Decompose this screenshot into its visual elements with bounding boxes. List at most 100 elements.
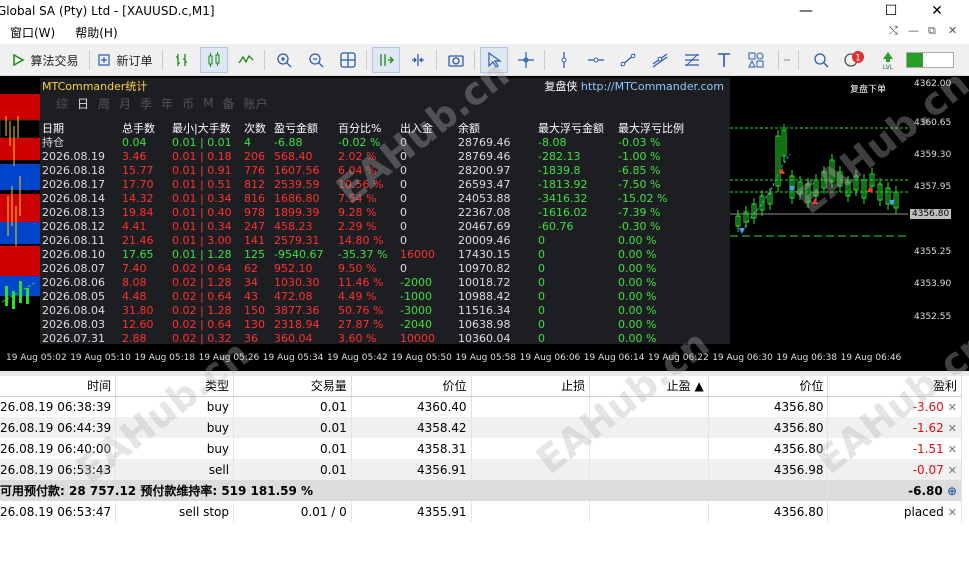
stats-tab[interactable]: 综 (56, 95, 68, 112)
notification-icon[interactable]: 1 (840, 47, 868, 73)
positions-column-header[interactable]: 类型 (115, 376, 235, 397)
channel-icon[interactable] (646, 47, 674, 73)
menu-window[interactable]: 窗口(W) (0, 24, 65, 41)
crosshair-icon[interactable] (512, 47, 540, 73)
stats-column-header: 余额 (458, 122, 480, 135)
stats-column-header: 最小|大手数 (172, 122, 231, 135)
positions-column-header[interactable]: 交易量 (233, 376, 352, 397)
chart-shift-icon[interactable] (404, 47, 432, 73)
stats-tab[interactable]: 日 (77, 95, 89, 112)
positions-column-header[interactable]: 盈利 (827, 376, 962, 397)
stats-cell: 19.84 (122, 206, 154, 219)
zoom-out-icon[interactable] (302, 47, 330, 73)
menu-help[interactable]: 帮助(H) (65, 24, 127, 41)
stats-column-header: 百分比% (338, 122, 382, 135)
stats-tab[interactable]: 周 (98, 95, 110, 112)
window-title: Global SA (Pty) Ltd - [XAUUSD.c,M1] (0, 4, 215, 18)
auto-scroll-icon[interactable] (372, 47, 400, 73)
toolbar-overflow-icon[interactable] (781, 47, 793, 73)
positions-column-header[interactable]: 价位 (708, 376, 829, 397)
total-profit: -6.80 (908, 483, 943, 498)
close-position-icon[interactable]: ✕ (944, 443, 957, 456)
stats-tab[interactable]: 币 (182, 95, 194, 112)
quick-order-label[interactable]: 复盘下单 (850, 82, 886, 95)
positions-column-header[interactable]: 止盈 ▲ (589, 376, 709, 397)
stats-cell: 10970.82 (458, 262, 511, 275)
cursor-icon[interactable] (480, 47, 508, 73)
child-restore-button[interactable]: ⧉ (928, 24, 936, 38)
horizontal-line-icon[interactable] (582, 47, 610, 73)
algo-trading-label: 算法交易 (30, 53, 79, 68)
positions-column-header[interactable]: 止损 (471, 376, 591, 397)
time-axis: 19 Aug 05:02 19 Aug 05:10 19 Aug 05:18 19 A… (0, 348, 969, 371)
minimize-button[interactable]: — (783, 0, 829, 22)
text-icon[interactable] (710, 47, 738, 73)
stats-tab[interactable]: 季 (140, 95, 152, 112)
stats-cell: 2.29 % (338, 220, 377, 233)
close-button[interactable]: ✕ (914, 0, 960, 22)
stats-cell: 0 (400, 262, 407, 275)
stats-tab[interactable]: 月 (119, 95, 131, 112)
stats-header: MTCommander统计 复盘侠 http://MTCommander.com (40, 78, 730, 94)
vertical-line-icon[interactable] (550, 47, 578, 73)
child-minimize-button[interactable]: — (908, 24, 919, 37)
positions-column-header[interactable]: 时间 (0, 376, 117, 397)
stats-tab[interactable]: M (203, 96, 213, 110)
bar-chart-icon[interactable] (168, 47, 196, 73)
stats-cell: 206 (244, 150, 265, 163)
plus-icon[interactable]: ⊕ (943, 484, 957, 498)
position-row[interactable]: 26.08.19 06:38:39 buy 0.01 4360.40 4356.80 -3… (0, 396, 962, 417)
chart-window[interactable]: MTCommander统计 复盘侠 http://MTCommander.com… (0, 76, 969, 371)
position-row[interactable]: 26.08.19 06:40:00 buy 0.01 4358.31 4356.80 -1… (0, 438, 962, 459)
stats-cell: 1686.80 (274, 192, 320, 205)
position-row[interactable]: 26.08.19 06:53:43 sell 0.01 4356.91 4356.98-… (0, 459, 962, 480)
search-icon[interactable] (808, 47, 834, 73)
candlestick-icon[interactable] (200, 47, 228, 73)
maximize-button[interactable]: ☐ (868, 0, 914, 22)
profit-value: -1.51 (912, 441, 944, 456)
stats-tab[interactable]: 备 (222, 95, 234, 112)
tile-windows-icon[interactable] (334, 47, 362, 73)
stats-link[interactable]: 复盘侠 http://MTCommander.com (544, 78, 724, 94)
screenshot-icon[interactable] (442, 47, 470, 73)
algo-trading-button[interactable]: 算法交易 (4, 47, 86, 73)
stats-cell: 2026.08.07 (42, 262, 105, 275)
line-chart-icon[interactable] (232, 47, 260, 73)
stats-cell: 28769.46 (458, 150, 511, 163)
position-row[interactable]: 26.08.19 06:44:39 buy 0.01 4358.42 4356.80 -1… (0, 417, 962, 438)
new-order-button[interactable]: 新订单 (92, 47, 158, 73)
shapes-icon[interactable] (742, 47, 770, 73)
pending-order-row[interactable]: 26.08.19 06:53:47 sell stop 0.01 / 0 4355.9… (0, 501, 962, 522)
order-status: placed (903, 504, 944, 519)
price-chart[interactable] (730, 76, 908, 346)
close-position-icon[interactable]: ✕ (944, 506, 957, 519)
child-close-button[interactable]: ✕ (948, 24, 957, 37)
stats-cell: 0.01 | 0.34 (172, 220, 232, 233)
positions-cell: -0.07 ✕ (827, 459, 962, 480)
restore-icon[interactable]: ⤭ (889, 24, 898, 38)
positions-cell (471, 501, 591, 522)
level-icon[interactable]: LVL (874, 47, 902, 73)
stats-title: MTCommander统计 (42, 80, 148, 93)
close-position-icon[interactable]: ✕ (944, 464, 957, 477)
close-position-icon[interactable]: ✕ (944, 401, 957, 414)
stats-cell: 0.00 % (618, 248, 657, 261)
summary-row[interactable]: 可用预付款: 28 757.12 预付款维持率: 519 181.59 % -6.… (0, 480, 962, 501)
trendline-icon[interactable] (614, 47, 642, 73)
positions-cell (589, 396, 709, 417)
stats-cell: 0.01 | 0.18 (172, 150, 232, 163)
stats-cell: 2026.07.31 (42, 332, 105, 345)
fibonacci-icon[interactable] (678, 47, 706, 73)
zoom-in-icon[interactable] (270, 47, 298, 73)
price-label: 4357.95 (914, 182, 952, 192)
close-position-icon[interactable]: ✕ (944, 422, 957, 435)
stats-cell: 0.01 | 0.40 (172, 206, 232, 219)
stats-cell: 4.48 (122, 290, 147, 303)
stats-tab[interactable]: 账户 (243, 95, 267, 112)
stats-tab[interactable]: 年 (161, 95, 173, 112)
stats-cell: -0.30 % (618, 220, 661, 233)
positions-column-header[interactable]: 价位 (351, 376, 472, 397)
stats-cell: 14.80 % (338, 234, 384, 247)
stats-cell: -6.85 % (618, 164, 661, 177)
stats-cell: 0 (538, 248, 545, 261)
